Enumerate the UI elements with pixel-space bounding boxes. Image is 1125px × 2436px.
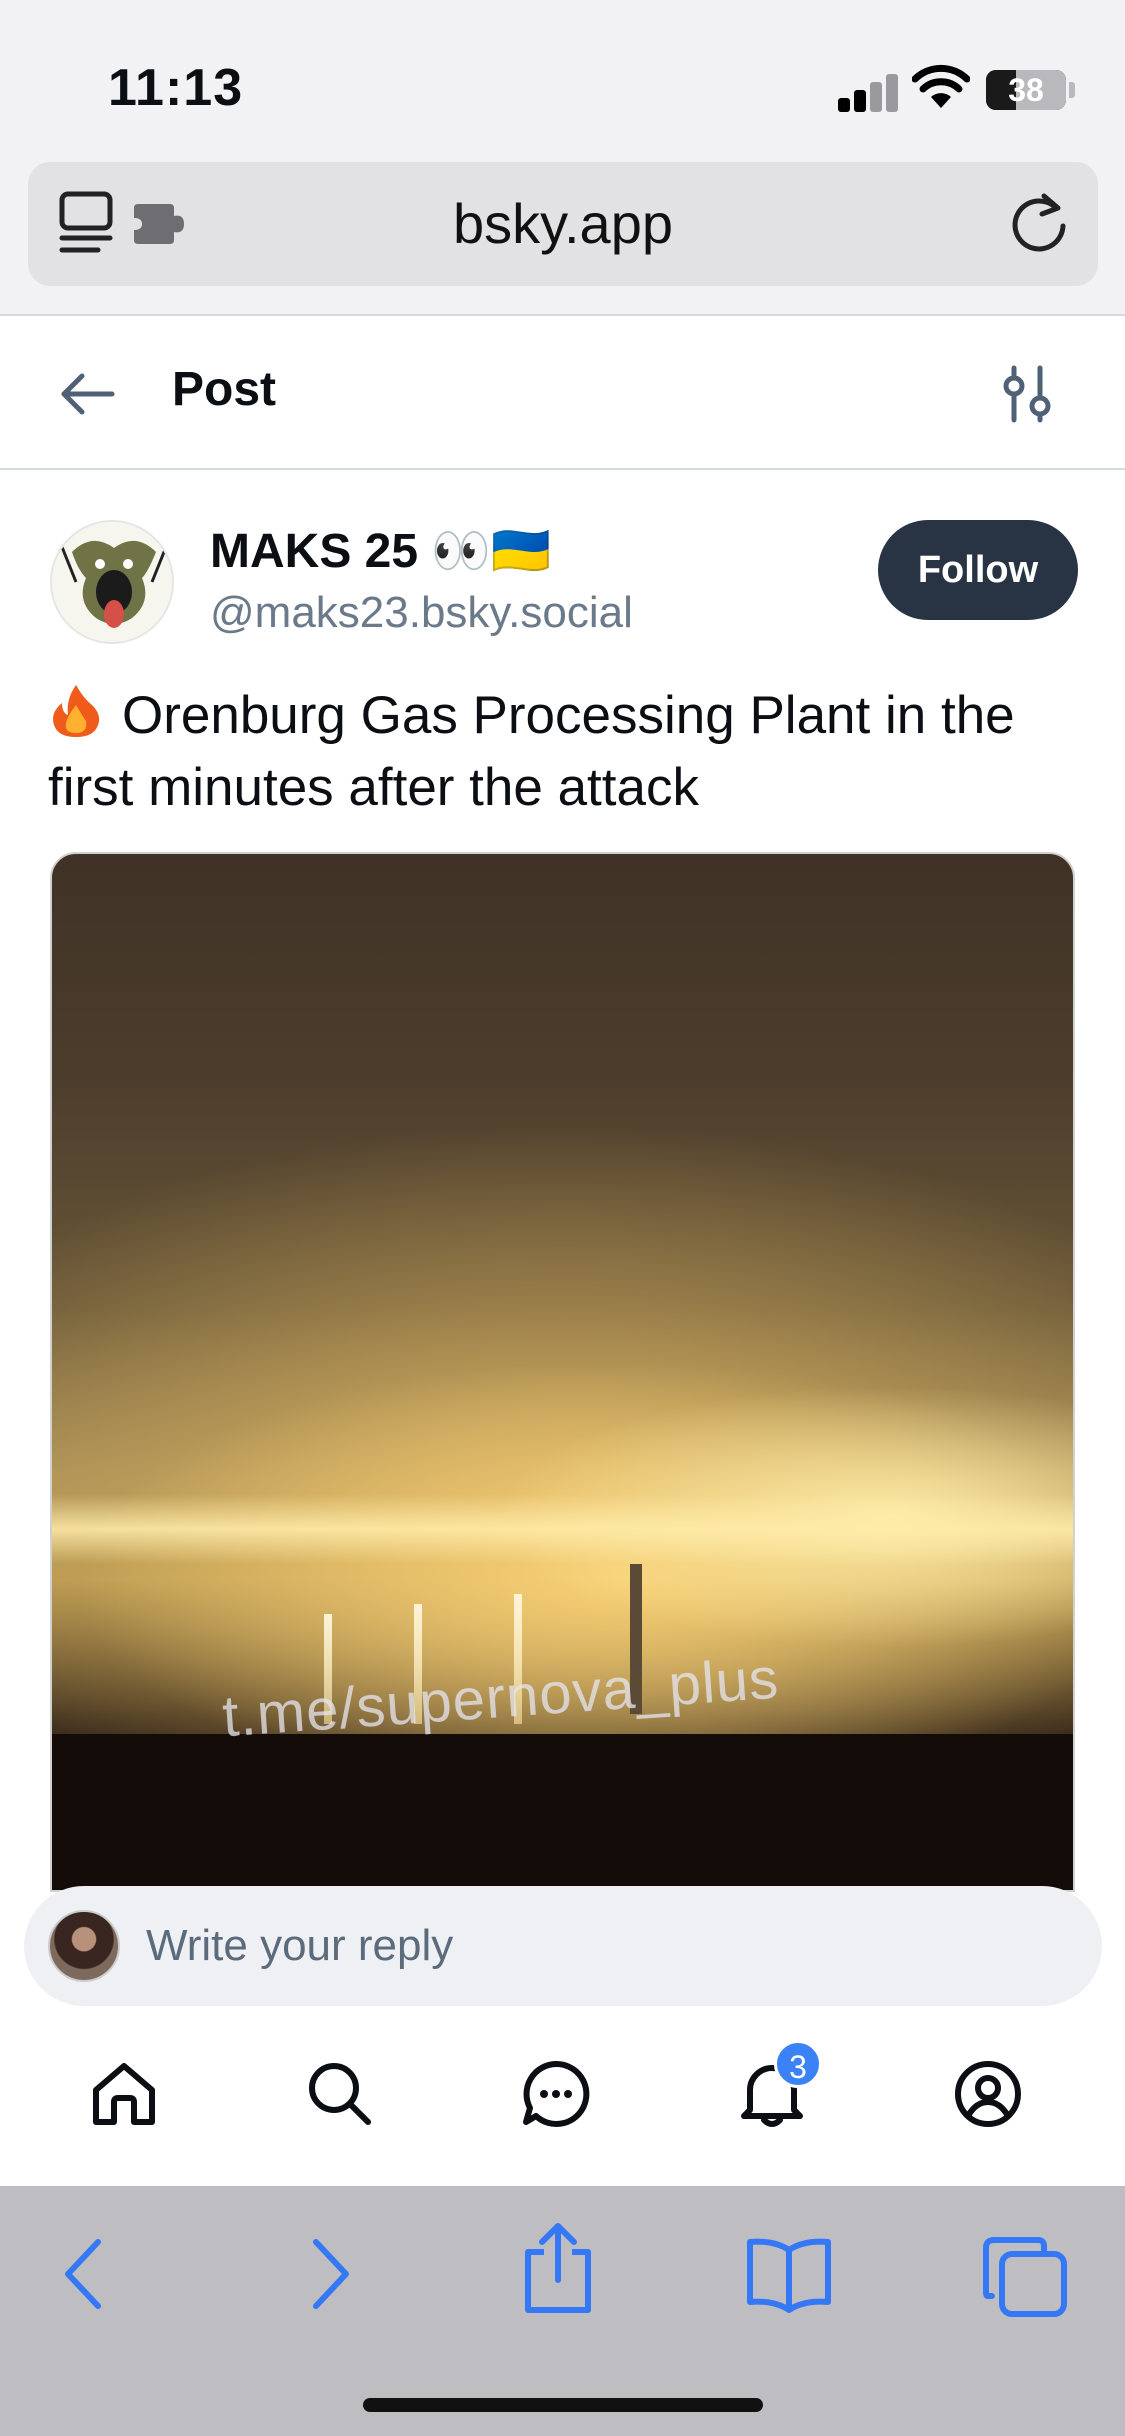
thread-settings-icon[interactable] (1000, 362, 1056, 426)
wifi-icon (912, 64, 970, 108)
browser-forward-icon[interactable] (288, 2234, 368, 2314)
author-name[interactable]: MAKS 25 👀🇺🇦 (210, 522, 551, 579)
follow-button[interactable]: Follow (878, 520, 1078, 620)
bottom-nav: 3 (0, 2006, 1125, 2186)
bookmarks-icon[interactable] (744, 2234, 834, 2314)
fire-icon (53, 685, 100, 737)
battery-level: 38 (1008, 72, 1044, 108)
reload-icon[interactable] (1006, 190, 1072, 256)
home-icon[interactable] (88, 2058, 160, 2130)
search-icon[interactable] (304, 2058, 376, 2130)
post-text-content: Orenburg Gas Processing Plant in the fir… (48, 686, 1015, 817)
author-avatar[interactable] (50, 520, 174, 644)
share-icon[interactable] (518, 2222, 598, 2314)
reply-placeholder: Write your reply (146, 1921, 454, 1970)
page-title: Post (172, 363, 277, 416)
author-handle[interactable]: @maks23.bsky.social (210, 588, 633, 638)
url-text: bsky.app (453, 192, 673, 255)
battery-icon: 38 (986, 70, 1066, 110)
home-indicator[interactable] (363, 2398, 763, 2412)
post-text: Orenburg Gas Processing Plant in the fir… (48, 680, 1078, 824)
profile-icon[interactable] (952, 2058, 1024, 2130)
post-header: Post (0, 318, 1125, 470)
browser-back-icon[interactable] (46, 2234, 126, 2314)
video-glow (52, 1494, 1073, 1564)
back-arrow-icon[interactable] (58, 364, 118, 424)
tabs-icon[interactable] (980, 2234, 1070, 2320)
url-field[interactable]: bsky.app (28, 162, 1098, 286)
cellular-signal-icon (838, 72, 900, 112)
video-ground (52, 1734, 1073, 1890)
reply-input[interactable]: Write your reply (24, 1886, 1102, 2006)
status-bar: 11:13 38 (0, 0, 1125, 160)
current-user-avatar (48, 1910, 120, 1982)
address-bar: bsky.app (0, 160, 1125, 316)
notification-badge: 3 (774, 2040, 822, 2088)
video-player[interactable]: t.me/supernova_plus (50, 852, 1075, 1892)
chat-icon[interactable] (520, 2058, 592, 2130)
status-time: 11:13 (108, 59, 244, 117)
